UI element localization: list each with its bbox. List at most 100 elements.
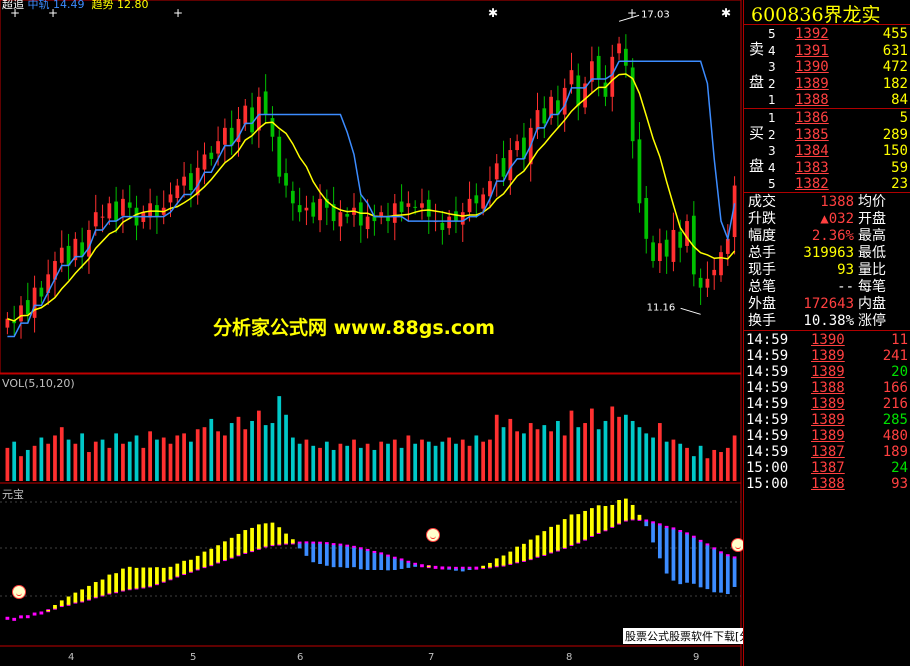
volume-bar <box>148 431 152 481</box>
indicator-fill-bar <box>454 568 458 571</box>
candle-body <box>270 118 275 137</box>
tick-time: 14:59 <box>746 364 789 380</box>
candle-body <box>277 136 282 177</box>
candle-body <box>243 105 248 125</box>
buy-price: 1385 <box>795 126 829 143</box>
smile-icon <box>12 585 26 599</box>
volume-bar <box>623 414 628 481</box>
indicator-fill-bar <box>229 537 234 558</box>
indicator-magenta-bar <box>19 615 23 619</box>
candle-body <box>454 211 458 222</box>
candle-body <box>712 269 717 276</box>
candle-body <box>127 202 132 208</box>
watermark: 分析家公式网 www.88gs.com <box>213 317 495 339</box>
indicator-fill-bar <box>148 567 152 587</box>
volume-bar <box>426 441 431 481</box>
tick-row: 14:59 1389 216 <box>743 396 910 412</box>
volume-bar <box>277 396 282 481</box>
stat-value: 93 <box>837 262 854 278</box>
candle-body <box>189 173 193 190</box>
indicator-fill-bar <box>528 539 533 560</box>
volume-bar <box>569 410 574 481</box>
indicator-fill-bar <box>107 574 112 594</box>
tick-volume: 189 <box>882 444 908 460</box>
stock-name: 界龙实 <box>823 4 881 26</box>
candle-body <box>678 231 683 248</box>
quote-panel: 600836界龙实 5 1392 455 4 1391 631 3 1390 472 2 1389 1… <box>743 0 910 666</box>
indicator-fill-bar <box>399 560 404 569</box>
indicator-fill-bar <box>657 525 662 559</box>
indicator-fill-bar <box>610 504 615 527</box>
x-tick-label: 4 <box>68 652 74 663</box>
volume-bar <box>358 447 363 481</box>
tick-price: 1388 <box>811 380 845 396</box>
indicator-fill-bar <box>277 527 282 545</box>
indicator-magenta-bar <box>433 565 438 569</box>
volume-bar <box>454 443 458 481</box>
candle-body <box>644 197 649 239</box>
candle-body <box>698 277 703 288</box>
candle-body <box>175 185 180 198</box>
indicator-fill-bar <box>556 524 560 551</box>
tick-volume: 216 <box>882 396 908 412</box>
indicator-fill-bar <box>630 504 635 520</box>
buy-row: 5 1382 23 <box>743 176 910 192</box>
candle-body <box>637 139 642 204</box>
stat-row: 外盘 172643 内盘 <box>743 296 910 312</box>
candle-body <box>474 195 479 204</box>
stat-row: 幅度 2.36% 最高 <box>743 228 910 244</box>
tick-price: 1389 <box>811 396 845 412</box>
indicator-fill-bar <box>223 541 227 561</box>
sell-volume: 182 <box>882 75 908 92</box>
high-price-label: 17.03 <box>641 9 670 20</box>
sell-label: 盘 <box>749 73 765 91</box>
tick-row: 14:59 1389 285 <box>743 412 910 428</box>
tick-row: 14:59 1387 189 <box>743 444 910 460</box>
candle-body <box>576 75 581 106</box>
sell-level: 5 <box>768 27 776 41</box>
volume-pane-label: VOL(5,10,20) <box>2 377 75 390</box>
indicator-magenta-bar <box>440 566 445 570</box>
sell-volume: 455 <box>882 26 908 42</box>
tick-volume: 93 <box>891 476 908 492</box>
volume-bar <box>678 443 683 481</box>
volume-bar <box>508 418 513 481</box>
tick-time: 14:59 <box>746 348 789 364</box>
indicator-fill-bar <box>562 519 567 548</box>
stat-label: 总手 <box>748 245 776 261</box>
indicator-fill-bar <box>725 556 730 595</box>
volume-bar <box>263 425 268 481</box>
candle-body <box>705 278 710 288</box>
candle-body <box>481 194 486 209</box>
candle-body <box>651 242 655 262</box>
stat-label-right: 涨停 <box>858 313 886 329</box>
volume-bar <box>399 447 404 481</box>
indicator-fill-bar <box>426 565 431 568</box>
candle-body <box>440 222 445 230</box>
indicator-fill-bar <box>134 567 139 589</box>
stat-label: 外盘 <box>748 296 776 312</box>
buy-volume: 59 <box>891 159 908 176</box>
indicator-fill-bar <box>195 555 200 570</box>
sell-row: 4 1391 631 <box>743 43 910 59</box>
stat-label-right: 最低 <box>858 245 886 261</box>
volume-bar <box>481 441 486 481</box>
tick-row: 14:59 1389 20 <box>743 364 910 380</box>
tick-time: 14:59 <box>746 412 789 428</box>
tick-row: 15:00 1387 24 <box>743 460 910 476</box>
volume-bar <box>46 443 51 481</box>
candle-body <box>284 173 288 186</box>
volume-bar <box>195 429 200 481</box>
stat-row: 升跌 ▲032 开盘 <box>743 211 910 227</box>
indicator-fill-bar <box>53 605 57 609</box>
volume-bar <box>542 425 547 481</box>
indicator-fill-bar <box>100 579 105 596</box>
volume-bar <box>352 439 356 481</box>
tick-price: 1387 <box>811 444 845 460</box>
tick-time: 14:59 <box>746 380 789 396</box>
volume-bar <box>685 447 689 481</box>
candle-body <box>311 202 316 217</box>
tick-price: 1389 <box>811 428 845 444</box>
volume-bar <box>712 449 717 481</box>
volume-bar <box>161 437 166 481</box>
